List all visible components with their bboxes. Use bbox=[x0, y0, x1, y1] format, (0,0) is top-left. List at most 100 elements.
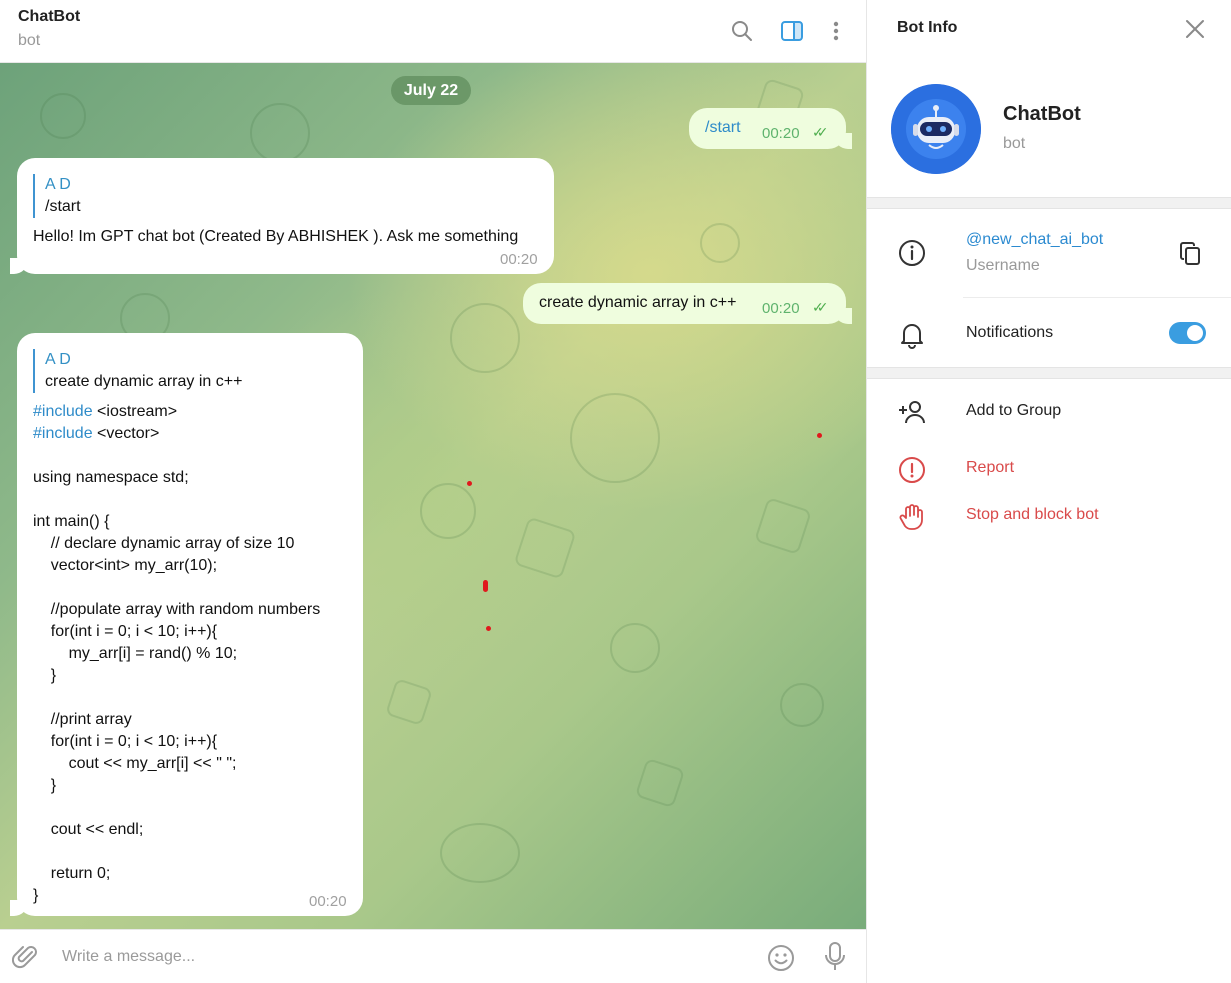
notifications-label: Notifications bbox=[966, 324, 1054, 341]
red-mark bbox=[486, 626, 491, 631]
message-time: 00:20 bbox=[500, 251, 538, 268]
read-check-icon: ✓✓ bbox=[812, 299, 829, 315]
code-line: int main() { bbox=[33, 513, 110, 530]
code-line: cout << endl; bbox=[33, 821, 144, 838]
read-check-icon: ✓✓ bbox=[812, 124, 829, 140]
profile-subtitle: bot bbox=[1003, 135, 1026, 152]
bell-icon bbox=[897, 320, 927, 350]
panel-title: Bot Info bbox=[897, 19, 958, 36]
microphone-icon[interactable] bbox=[822, 941, 848, 973]
code-line: #include <iostream> bbox=[33, 403, 178, 420]
code-line: // declare dynamic array of size 10 bbox=[33, 535, 295, 552]
bubble-tail bbox=[834, 308, 852, 324]
code-line: #include <vector> bbox=[33, 425, 160, 442]
section-divider bbox=[867, 197, 1231, 209]
code-line: using namespace std; bbox=[33, 469, 189, 486]
doodle bbox=[40, 93, 86, 139]
report-icon bbox=[897, 455, 927, 485]
doodle bbox=[250, 103, 310, 163]
code-line: //populate array with random numbers bbox=[33, 601, 321, 618]
avatar[interactable] bbox=[891, 84, 981, 174]
reply-text: create dynamic array in c++ bbox=[45, 373, 243, 390]
message-outgoing[interactable]: /start 00:20 ✓✓ bbox=[689, 108, 852, 149]
username-caption: Username bbox=[966, 257, 1040, 274]
reply-quote[interactable]: A D create dynamic array in c++ bbox=[33, 349, 242, 393]
doodle bbox=[634, 757, 686, 809]
stop-block-button[interactable]: Stop and block bot bbox=[966, 506, 1099, 524]
chat-panel: ChatBot bot July 22 /start 00:20 ✓✓ A D … bbox=[0, 0, 866, 983]
code-line: cout << my_arr[i] << " "; bbox=[33, 755, 237, 772]
bubble-tail bbox=[10, 258, 28, 274]
code-line: } bbox=[33, 667, 57, 684]
doodle bbox=[513, 516, 577, 580]
reply-text: /start bbox=[45, 198, 81, 215]
code-line: } bbox=[33, 777, 57, 794]
emoji-icon[interactable] bbox=[766, 943, 796, 973]
code-keyword: #include bbox=[33, 403, 93, 420]
message-incoming-code[interactable]: A D create dynamic array in c++ #include… bbox=[10, 333, 363, 916]
bubble-tail bbox=[10, 900, 28, 916]
attach-icon[interactable] bbox=[11, 943, 40, 971]
doodle bbox=[610, 623, 660, 673]
doodle bbox=[420, 483, 476, 539]
chat-header: ChatBot bot bbox=[0, 0, 866, 63]
doodle bbox=[450, 303, 520, 373]
row-divider bbox=[963, 297, 1231, 298]
message-text[interactable]: /start bbox=[705, 119, 741, 137]
doodle bbox=[780, 683, 824, 727]
reply-author: A D bbox=[45, 351, 71, 368]
section-divider bbox=[867, 367, 1231, 379]
message-time: 00:20 bbox=[762, 300, 800, 317]
copy-icon[interactable] bbox=[1179, 241, 1203, 267]
search-icon[interactable] bbox=[727, 16, 757, 46]
bot-info-panel: Bot Info ChatBot bot @new_chat_ai_bot Us… bbox=[866, 0, 1231, 983]
chat-background: July 22 /start 00:20 ✓✓ A D /start Hello… bbox=[0, 63, 866, 929]
notifications-toggle[interactable] bbox=[1169, 322, 1206, 344]
chat-status: bot bbox=[18, 32, 41, 49]
code-keyword: #include bbox=[33, 425, 93, 442]
username-link[interactable]: @new_chat_ai_bot bbox=[966, 231, 1103, 249]
close-icon[interactable] bbox=[1183, 17, 1207, 41]
message-incoming[interactable]: A D /start Hello! Im GPT chat bot (Creat… bbox=[10, 158, 554, 274]
reply-quote[interactable]: A D /start bbox=[33, 174, 81, 218]
message-composer bbox=[0, 929, 866, 983]
profile-name: ChatBot bbox=[1003, 103, 1081, 125]
bubble-tail bbox=[834, 133, 852, 149]
code-line: my_arr[i] = rand() % 10; bbox=[33, 645, 238, 662]
code-line: return 0; bbox=[33, 865, 111, 882]
doodle bbox=[754, 497, 812, 555]
doodle bbox=[570, 393, 660, 483]
code-line: for(int i = 0; i < 10; i++){ bbox=[33, 623, 218, 640]
code-line: } bbox=[33, 887, 39, 904]
doodle bbox=[385, 678, 433, 726]
message-time: 00:20 bbox=[309, 893, 347, 910]
message-time: 00:20 bbox=[762, 125, 800, 142]
red-mark bbox=[467, 481, 472, 486]
message-input[interactable] bbox=[62, 943, 722, 971]
doodle bbox=[700, 223, 740, 263]
doodle bbox=[440, 823, 520, 883]
code-line: //print array bbox=[33, 711, 132, 728]
add-to-group-button[interactable]: Add to Group bbox=[966, 402, 1061, 420]
stop-hand-icon bbox=[897, 502, 927, 532]
more-vertical-icon[interactable] bbox=[821, 16, 851, 46]
chat-title[interactable]: ChatBot bbox=[18, 8, 80, 26]
date-separator: July 22 bbox=[391, 76, 471, 105]
report-button[interactable]: Report bbox=[966, 459, 1014, 477]
red-mark bbox=[817, 433, 822, 438]
red-mark bbox=[483, 580, 488, 592]
toggle-knob bbox=[1187, 325, 1203, 341]
code-block[interactable]: #include <iostream> #include <vector> usin… bbox=[33, 401, 320, 907]
add-user-icon bbox=[897, 397, 927, 427]
message-text: create dynamic array in c++ bbox=[539, 294, 737, 311]
message-outgoing[interactable]: create dynamic array in c++ 00:20 ✓✓ bbox=[523, 283, 852, 324]
info-icon bbox=[897, 238, 927, 268]
reply-author: A D bbox=[45, 176, 71, 193]
sidebar-toggle-icon[interactable] bbox=[777, 16, 807, 46]
